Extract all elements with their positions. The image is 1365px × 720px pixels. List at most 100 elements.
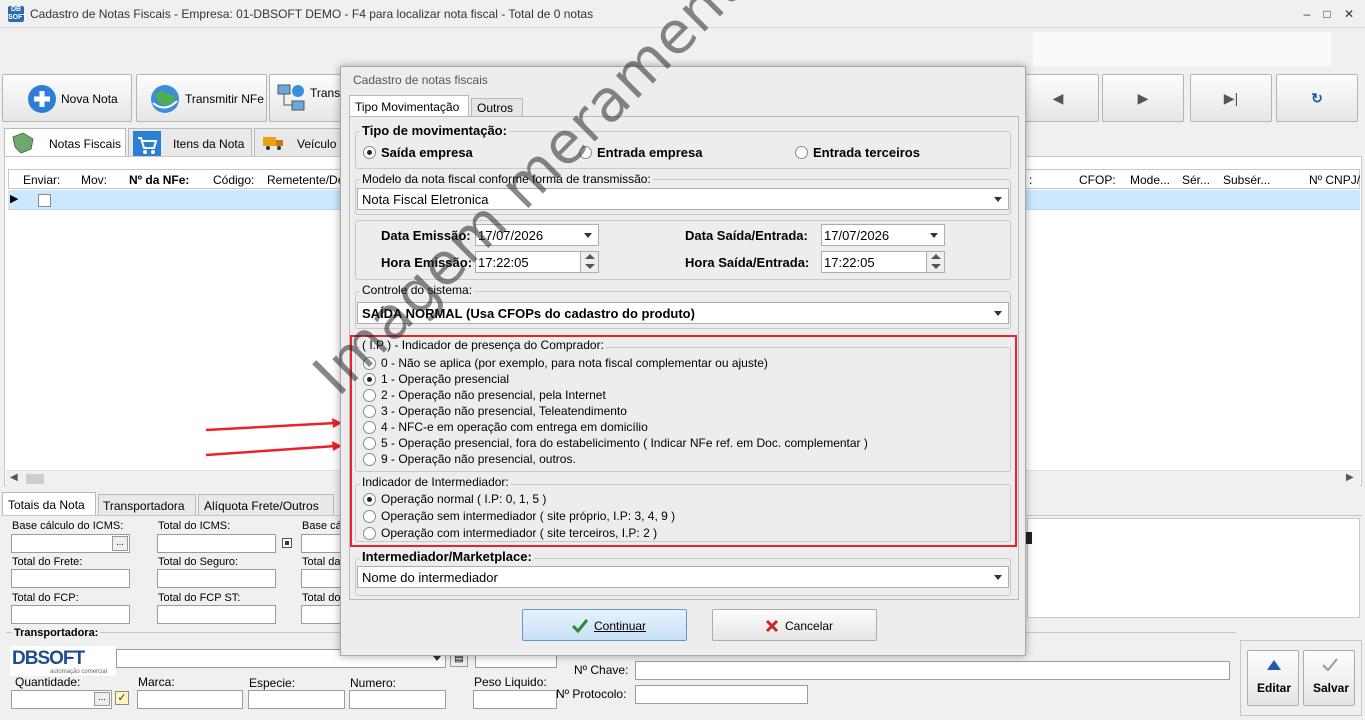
tab-aliquota[interactable]: Alíquota Frete/Outros (198, 494, 334, 516)
spin-up-icon[interactable] (931, 254, 941, 259)
total-partial-2-field[interactable] (301, 605, 341, 624)
protocolo-label: Nº Protocolo: (556, 687, 627, 701)
base-partial-field[interactable] (301, 534, 341, 553)
controle-select[interactable]: SAÍDA NORMAL (Usa CFOPs do cadastro do p… (357, 302, 1009, 324)
tab-transportadora-label: Transportadora (103, 499, 185, 513)
tab-outros[interactable]: Outros (471, 98, 523, 117)
spin-up-icon[interactable] (585, 254, 595, 259)
radio-entrada-terceiros[interactable] (795, 146, 808, 159)
total-frete-field[interactable] (11, 569, 130, 588)
hora-emissao-label: Hora Emissão: (381, 255, 473, 270)
col-extra[interactable]: : (1029, 173, 1032, 187)
tab-tipo-movimentacao[interactable]: Tipo Movimentação (349, 95, 469, 117)
radio-entrada-empresa[interactable] (579, 146, 592, 159)
marketplace-select[interactable]: Nome do intermediador (357, 566, 1009, 588)
prev-button[interactable]: ◀ (1017, 74, 1099, 122)
tab-itens-nota-label: Itens da Nota (173, 137, 245, 151)
continuar-button[interactable]: Continuar (522, 609, 687, 641)
cancelar-label: Cancelar (785, 619, 834, 633)
modelo-select[interactable]: Nota Fiscal Eletronica (357, 188, 1009, 210)
spin-down-icon[interactable] (585, 264, 595, 269)
observations-panel[interactable] (1027, 518, 1360, 618)
scroll-thumb[interactable] (26, 474, 44, 484)
nova-nota-button[interactable]: Nova Nota (2, 74, 132, 122)
tab-notas-fiscais-label: Notas Fiscais (49, 137, 122, 151)
total-partial-2-label: Total do (302, 592, 341, 604)
total-partial-1-field[interactable] (301, 569, 341, 588)
total-icms-label: Total do ICMS: (158, 520, 231, 532)
col-remetente[interactable]: Remetente/De (267, 173, 344, 187)
tab-itens-nota[interactable]: Itens da Nota (128, 128, 252, 157)
transmitir-other-button[interactable]: Trans (269, 74, 341, 122)
marca-field[interactable] (137, 690, 243, 709)
peso-field[interactable] (473, 690, 557, 709)
minimize-icon[interactable]: – (1298, 5, 1316, 23)
col-modelo[interactable]: Mode... (1130, 173, 1170, 187)
protocolo-field[interactable] (635, 685, 808, 704)
modelo-value: Nota Fiscal Eletronica (362, 192, 489, 207)
col-cfop[interactable]: CFOP: (1079, 173, 1116, 187)
continuar-label: Continuar (594, 619, 647, 633)
scroll-left-icon[interactable]: ◀ (10, 472, 18, 483)
quantidade-check-icon[interactable]: ✓ (115, 691, 129, 705)
data-saida-field[interactable]: 17/07/2026 (821, 224, 945, 246)
hora-saida-spinner[interactable] (926, 252, 944, 272)
base-icms-ellipsis-button[interactable]: ... (112, 536, 128, 551)
maximize-icon[interactable]: □ (1318, 5, 1336, 23)
hora-saida-value: 17:22:05 (824, 255, 875, 270)
chave-field[interactable] (635, 661, 1230, 680)
especie-label: Especie: (249, 676, 296, 690)
scroll-right-icon[interactable]: ▶ (1346, 472, 1354, 483)
total-fcp-st-field[interactable] (157, 605, 276, 624)
col-codigo[interactable]: Código: (213, 173, 254, 187)
salvar-button[interactable]: Salvar (1303, 650, 1355, 706)
data-saida-value: 17/07/2026 (824, 228, 890, 243)
row-send-checkbox[interactable] (38, 194, 51, 207)
transmitir-nfe-button[interactable]: Transmitir NFe (136, 74, 267, 122)
total-fcp-field[interactable] (11, 605, 130, 624)
editar-button[interactable]: Editar (1247, 650, 1299, 706)
cancelar-button[interactable]: Cancelar (712, 609, 877, 641)
truck-icon (263, 137, 283, 150)
total-icms-square-button[interactable] (282, 538, 292, 548)
col-enviar[interactable]: Enviar: (23, 173, 60, 187)
col-serie[interactable]: Sér... (1182, 173, 1210, 187)
radio-entrada-empresa-label: Entrada empresa (597, 145, 703, 160)
col-mov[interactable]: Mov: (81, 173, 107, 187)
close-icon[interactable]: ✕ (1340, 5, 1358, 23)
total-seguro-field[interactable] (157, 569, 276, 588)
up-arrow-icon (1267, 660, 1281, 670)
transport-title: Transportadora: (12, 627, 101, 639)
hora-saida-field[interactable]: 17:22:05 (821, 251, 945, 273)
tab-transportadora[interactable]: Transportadora (98, 494, 196, 516)
data-emissao-field[interactable]: 17/07/2026 (475, 224, 599, 246)
numero-field[interactable] (349, 690, 446, 709)
refresh-button[interactable]: ↻ (1276, 74, 1358, 122)
hora-emissao-field[interactable]: 17:22:05 (475, 251, 599, 273)
tab-totais[interactable]: Totais da Nota (2, 492, 96, 516)
cart-icon (133, 131, 161, 157)
col-cnpj[interactable]: Nº CNPJ/ (1309, 173, 1360, 187)
col-subserie[interactable]: Subsér... (1223, 173, 1270, 187)
transmitir-nfe-label: Transmitir NFe (185, 92, 264, 106)
hora-emissao-spinner[interactable] (580, 252, 598, 272)
total-frete-label: Total do Frete: (12, 556, 83, 568)
spin-down-icon[interactable] (931, 264, 941, 269)
brazil-map-icon (12, 132, 34, 154)
data-saida-dropdown-icon[interactable] (930, 233, 938, 238)
quantidade-ellipsis-button[interactable]: ... (94, 692, 110, 706)
data-emissao-dropdown-icon[interactable] (584, 233, 592, 238)
especie-field[interactable] (248, 690, 345, 709)
next-button[interactable]: ▶ (1102, 74, 1184, 122)
refresh-icon: ↻ (1311, 90, 1323, 106)
tab-notas-fiscais[interactable]: Notas Fiscais (4, 128, 126, 156)
tab-veiculo[interactable]: Veículo (254, 128, 344, 156)
radio-saida-empresa[interactable] (363, 146, 376, 159)
dbsoft-logo: DBSOFT automação comercial (10, 646, 116, 676)
last-button[interactable]: ▶| (1190, 74, 1272, 122)
controle-value: SAÍDA NORMAL (Usa CFOPs do cadastro do p… (362, 306, 695, 321)
total-icms-field[interactable] (157, 534, 276, 553)
data-saida-label: Data Saída/Entrada: (685, 228, 808, 243)
col-nfe[interactable]: Nº da NFe: (129, 173, 189, 187)
transportadora-dropdown-icon[interactable] (433, 656, 441, 661)
